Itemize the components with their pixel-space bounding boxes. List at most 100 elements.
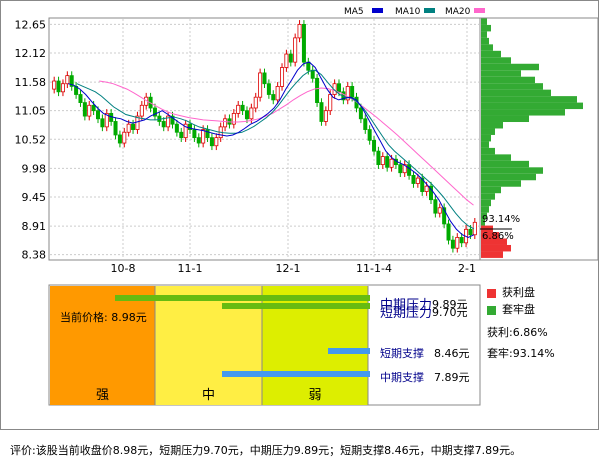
candle-body (196, 137, 201, 144)
trapped-chip-bar (481, 186, 501, 194)
candle-body (450, 239, 455, 249)
candle-body (455, 237, 460, 249)
candle-body (293, 37, 298, 63)
candle-body (315, 77, 320, 103)
strong-label: 强 (95, 388, 109, 403)
profit-legend-label: 获利盘 (502, 286, 535, 299)
candle-body (284, 53, 289, 68)
ma20-label: MA20 (445, 7, 471, 17)
candle-body (122, 131, 127, 144)
candle-body (411, 175, 416, 184)
candle-body (223, 118, 228, 128)
trapped-chip-bar (481, 76, 535, 84)
trapped-chip-bar (481, 134, 491, 142)
trapped-chip-bar (481, 50, 501, 58)
trapped-chip-bar (481, 31, 487, 38)
mid-support-bar (222, 371, 370, 377)
trapped-chip-bar (481, 44, 493, 51)
y-axis: 12.65 12.12 11.58 11.05 10.52 9.98 9.45 8.91 8.3… (15, 18, 47, 261)
candle-body (231, 112, 236, 125)
candle-body (253, 96, 258, 109)
trapped-chip-bar (481, 141, 489, 148)
candle-body (60, 83, 65, 93)
x-tick-label: 12-1 (276, 262, 301, 275)
trapped-chip-bar (481, 63, 539, 71)
candle-body (258, 72, 263, 98)
ma10-label: MA10 (395, 7, 421, 17)
trapped-chip-bar (481, 122, 503, 129)
trapped-chip-bar (481, 96, 577, 103)
y-tick-label: 11.05 (15, 105, 47, 118)
ma20-swatch (474, 8, 485, 13)
trapped-swatch (487, 305, 496, 315)
candle-body (363, 118, 368, 130)
short-support-name: 短期支撑 (380, 347, 424, 360)
candle-body (56, 80, 61, 93)
trapped-chip-bar (481, 102, 583, 110)
candle-body (323, 110, 328, 122)
candle-body (328, 94, 333, 112)
y-tick-label: 9.45 (22, 191, 47, 204)
short-pressure-value: 9.70元 (432, 306, 468, 319)
mid-pressure-bar (115, 295, 370, 301)
y-tick-label: 11.58 (15, 76, 47, 89)
trapped-chip-bar (481, 167, 543, 174)
weak-label: 弱 (308, 388, 322, 403)
trapped-chip-bar (481, 147, 495, 155)
current-price-label: 当前价格: 8.98元 (60, 311, 147, 324)
x-axis: 10-8 11-1 12-1 11-1-4 2-1 (111, 262, 476, 275)
candle-body (266, 83, 271, 95)
candle-body (82, 102, 87, 117)
trapped-chip-bar (481, 109, 565, 116)
trapped-chip-bar (481, 115, 529, 123)
mid-support-value: 7.89元 (434, 371, 470, 384)
trapped-chip-bar (481, 24, 491, 32)
trapped-legend: 套牢盘 (487, 301, 535, 317)
trapped-chip-bar (481, 193, 495, 200)
trapped-legend-label: 套牢盘 (502, 303, 535, 316)
candle-body (96, 110, 101, 120)
candle-body (380, 156, 385, 166)
candle-body (415, 177, 420, 184)
candle-body (209, 137, 214, 147)
trapped-chip-bar (481, 18, 487, 25)
candle-body (201, 129, 206, 144)
ma-legend: MA5 MA10 MA20 (344, 7, 485, 17)
trapped-chip-bar (481, 83, 543, 90)
mid-label: 中 (201, 388, 215, 403)
candle-body (174, 123, 179, 133)
trapped-chip-bar (481, 70, 521, 77)
candle-body (319, 102, 324, 122)
candle-body (350, 86, 355, 98)
candle-body (389, 158, 394, 168)
ma5-label: MA5 (344, 7, 364, 17)
trapped-chip-bar (481, 37, 489, 45)
candle-body (459, 237, 464, 244)
x-tick-label: 11-1-4 (356, 262, 392, 275)
candle-body (109, 112, 114, 122)
y-tick-label: 12.65 (15, 18, 47, 31)
candle-body (385, 156, 390, 168)
candle-body (139, 104, 144, 117)
candle-body (424, 185, 429, 192)
profit-percent-label: 6.86% (482, 231, 514, 242)
y-tick-label: 8.38 (22, 249, 47, 262)
candle-body (240, 104, 245, 112)
candle-body (310, 69, 315, 79)
candle-body (271, 94, 276, 101)
candle-body (297, 23, 302, 39)
trapped-chip-bar (481, 173, 536, 181)
candle-body (372, 139, 377, 152)
trapped-chip-bar (481, 206, 489, 213)
trapped-chip-bar (481, 89, 551, 97)
candle-body (100, 118, 105, 128)
candle-body (437, 207, 442, 214)
candle-body (179, 131, 184, 139)
trapped-chip-bar (481, 128, 495, 135)
candle-body (275, 86, 280, 101)
x-tick-label: 10-8 (111, 262, 136, 275)
trapped-chip-bar (481, 180, 521, 187)
candle-body (468, 228, 473, 236)
profit-legend: 获利盘 (487, 284, 535, 300)
candle-body (367, 129, 372, 141)
